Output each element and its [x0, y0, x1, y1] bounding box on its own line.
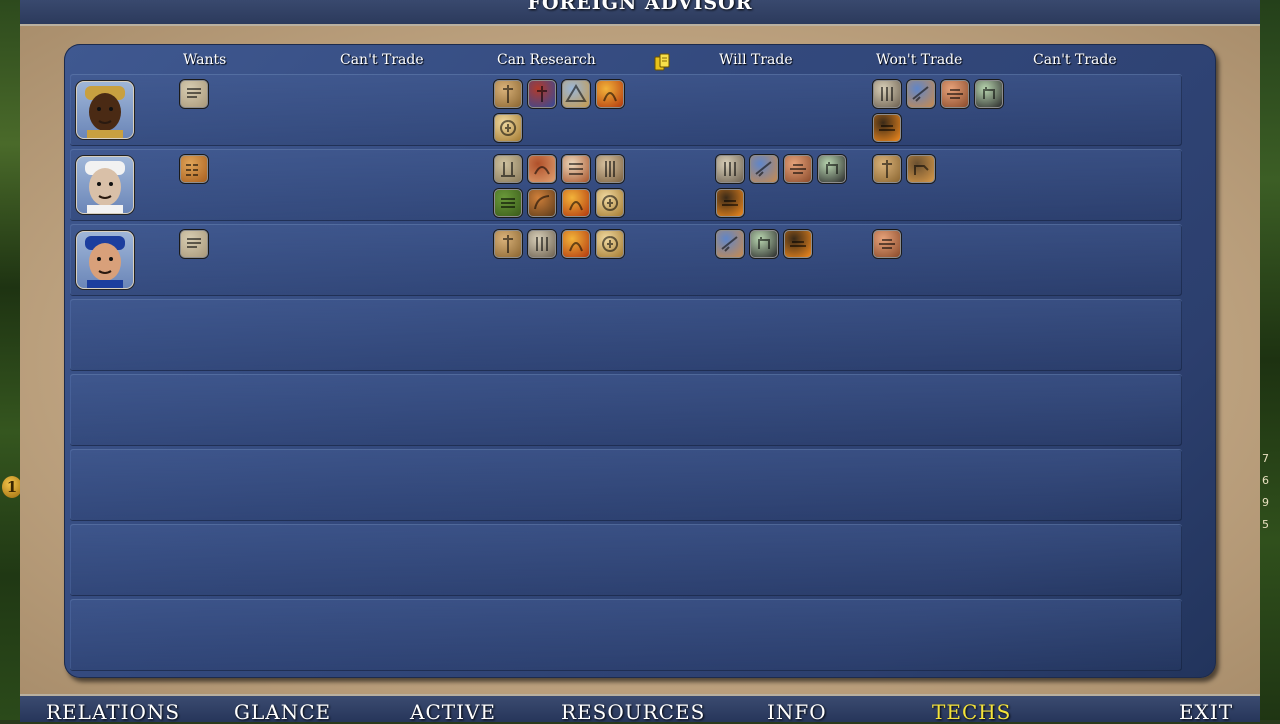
meditation-tech-icon[interactable] — [596, 155, 624, 183]
alphabet-tech-icon[interactable] — [180, 155, 208, 183]
empty-leader-row — [70, 449, 1182, 521]
map-background-right — [1258, 0, 1280, 720]
bronze-working-tech-icon[interactable] — [596, 80, 624, 108]
empty-leader-row — [70, 374, 1182, 446]
column-header-can-research: Can Research — [497, 52, 596, 68]
nav-tab-relations[interactable]: RELATIONS — [46, 700, 180, 724]
fishing-tech-icon[interactable] — [907, 80, 935, 108]
map-background-left — [0, 0, 22, 720]
leader-row — [70, 224, 1182, 296]
hunting-tech-icon[interactable] — [528, 155, 556, 183]
empty-leader-row — [70, 599, 1182, 671]
fishing-tech-icon[interactable] — [750, 155, 778, 183]
column-header-wants: Wants — [183, 52, 227, 68]
map-stat-number: 5 — [1262, 518, 1269, 531]
priesthood-tech-icon[interactable] — [494, 230, 522, 258]
map-stat-number: 7 — [1262, 452, 1269, 465]
writing-tech-icon[interactable] — [180, 230, 208, 258]
mathematics-tech-icon[interactable] — [562, 155, 590, 183]
animal-husbandry-tech-icon[interactable] — [818, 155, 846, 183]
mysticism-tech-icon[interactable] — [873, 80, 901, 108]
nav-tab-glance[interactable]: GLANCE — [234, 700, 331, 724]
animal-husbandry-tech-icon[interactable] — [975, 80, 1003, 108]
leader-genghis-khan-icon[interactable] — [76, 231, 134, 289]
iron-working-tech-icon[interactable] — [784, 230, 812, 258]
column-header-will-trade: Will Trade — [719, 52, 793, 68]
polytheism-tech-icon[interactable] — [494, 155, 522, 183]
title-bar: FOREIGN ADVISOR — [20, 0, 1260, 26]
currency-tech-icon[interactable] — [494, 114, 522, 142]
nav-tab-techs[interactable]: TECHS — [932, 700, 1011, 724]
the-wheel-tech-icon[interactable] — [784, 155, 812, 183]
masonry-tech-icon[interactable] — [562, 80, 590, 108]
animal-husbandry-tech-icon[interactable] — [750, 230, 778, 258]
leader-shaka-icon[interactable] — [76, 81, 134, 139]
the-wheel-tech-icon[interactable] — [873, 230, 901, 258]
archery-tech-icon[interactable] — [528, 189, 556, 217]
fishing-tech-icon[interactable] — [716, 230, 744, 258]
empty-leader-row — [70, 299, 1182, 371]
nav-tab-exit[interactable]: EXIT — [1179, 700, 1233, 724]
map-stat-number: 9 — [1262, 496, 1269, 509]
column-header-cant-trade-2: Can't Trade — [1033, 52, 1117, 68]
map-stat-number: 6 — [1262, 474, 1269, 487]
currency-tech-icon[interactable] — [596, 189, 624, 217]
mysticism-tech-icon[interactable] — [528, 230, 556, 258]
column-header-wont-trade: Won't Trade — [876, 52, 963, 68]
empty-leader-row — [70, 524, 1182, 596]
leader-row — [70, 149, 1182, 221]
currency-tech-icon[interactable] — [596, 230, 624, 258]
mysticism-tech-icon[interactable] — [716, 155, 744, 183]
horseback-riding-tech-icon[interactable] — [907, 155, 935, 183]
gold-coins-icon — [654, 53, 670, 71]
nav-tab-active[interactable]: ACTIVE — [410, 700, 496, 724]
writing-tech-icon[interactable] — [180, 80, 208, 108]
nav-tab-info[interactable]: INFO — [767, 700, 827, 724]
priesthood-tech-icon[interactable] — [494, 80, 522, 108]
bronze-working-tech-icon[interactable] — [562, 189, 590, 217]
leader-row — [70, 74, 1182, 146]
column-header-cant-trade: Can't Trade — [340, 52, 424, 68]
priesthood-tech-icon[interactable] — [873, 155, 901, 183]
iron-working-tech-icon[interactable] — [873, 114, 901, 142]
map-unit-badge: 1 — [2, 476, 22, 498]
agriculture-tech-icon[interactable] — [494, 189, 522, 217]
nav-tab-resources[interactable]: RESOURCES — [561, 700, 705, 724]
monotheism-tech-icon[interactable] — [528, 80, 556, 108]
iron-working-tech-icon[interactable] — [716, 189, 744, 217]
leader-gandhi-icon[interactable] — [76, 156, 134, 214]
bronze-working-tech-icon[interactable] — [562, 230, 590, 258]
the-wheel-tech-icon[interactable] — [941, 80, 969, 108]
screen-title: FOREIGN ADVISOR — [527, 0, 753, 14]
